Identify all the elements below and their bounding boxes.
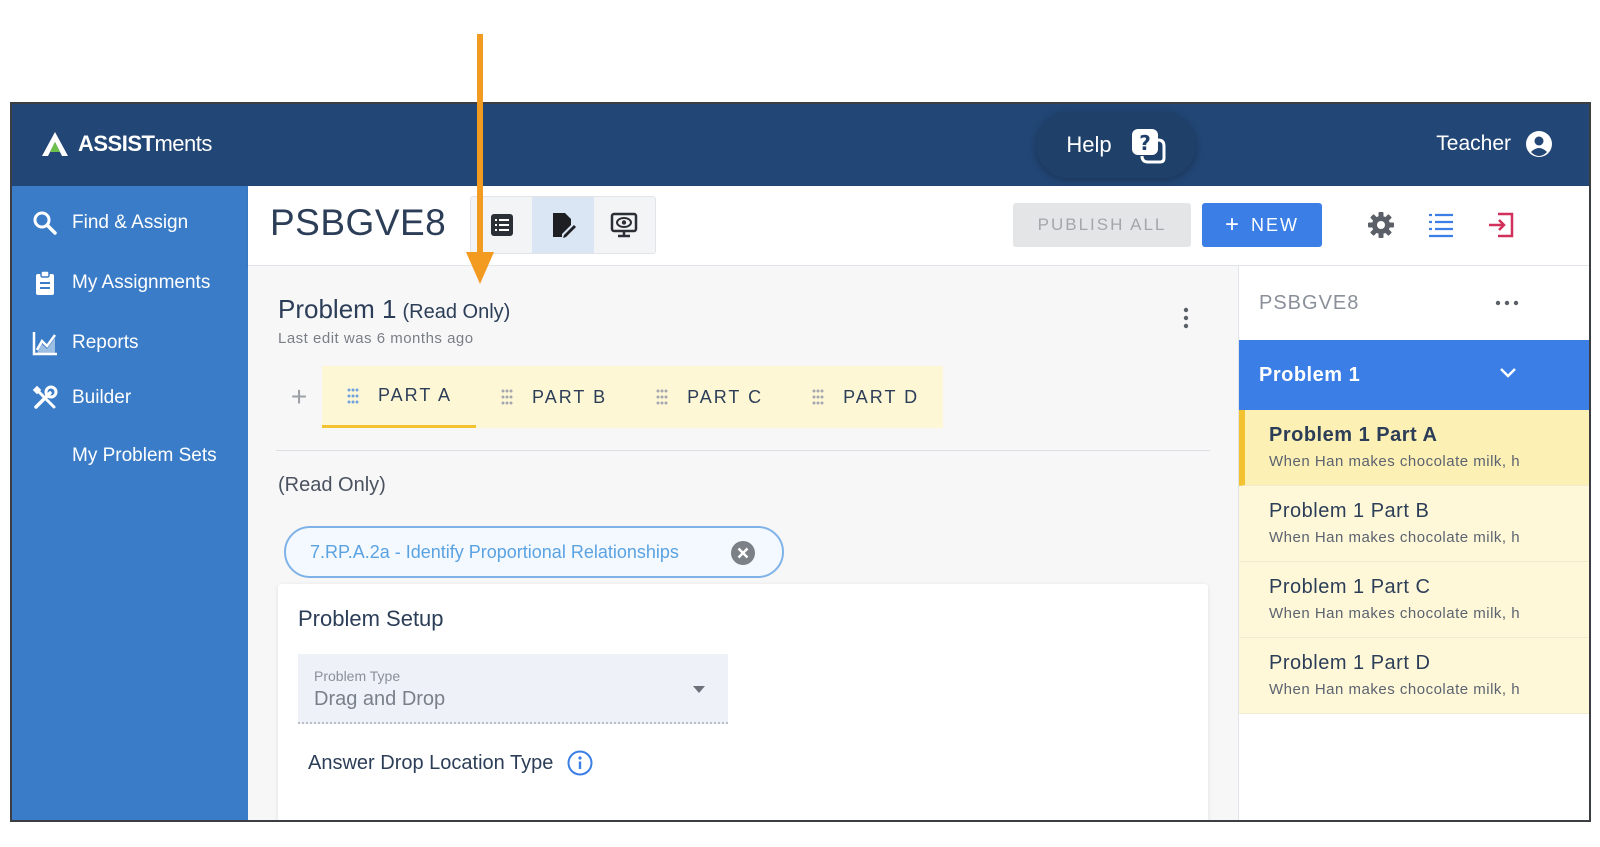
- dropdown-caret-icon: [693, 686, 705, 693]
- problem-setup-card: Problem Setup Problem Type Drag and Drop…: [278, 584, 1208, 820]
- plus-icon: +: [290, 381, 308, 412]
- assistments-logo-icon: [42, 132, 68, 156]
- problem-type-select[interactable]: Problem Type Drag and Drop: [298, 654, 728, 724]
- assistments-logo[interactable]: ASSISTments: [40, 130, 212, 158]
- panel-part-title: Problem 1 Part A: [1269, 424, 1438, 446]
- panel-part-description: When Han makes chocolate milk, h: [1269, 605, 1521, 622]
- drag-handle-icon[interactable]: [500, 388, 514, 406]
- panel-part-title: Problem 1 Part C: [1269, 576, 1431, 598]
- plus-icon: +: [1224, 211, 1239, 238]
- preview-view-icon: [611, 212, 638, 238]
- empty-icon-slot: [32, 443, 58, 469]
- top-bar: ASSISTments Help ? Teacher: [12, 104, 1589, 186]
- panel-part-item[interactable]: Problem 1 Part D When Han makes chocolat…: [1239, 638, 1589, 714]
- sidebar-item-my-problem-sets[interactable]: My Problem Sets: [32, 443, 217, 469]
- sidebar-item-label: My Assignments: [72, 272, 211, 293]
- problem-type-label: Problem Type: [314, 668, 401, 684]
- part-tab-label: PART B: [532, 386, 608, 407]
- sidebar: Find & Assign My Assignments Reports Bui…: [12, 186, 248, 820]
- add-part-button[interactable]: +: [276, 366, 322, 428]
- tab-part-d[interactable]: PART D: [787, 366, 944, 428]
- gear-icon[interactable]: [1366, 210, 1396, 240]
- sidebar-item-label: My Problem Sets: [72, 445, 217, 466]
- panel-part-item[interactable]: Problem 1 Part C When Han makes chocolat…: [1239, 562, 1589, 638]
- problem-outline-panel: PSBGVE8 Problem 1 Problem 1 Part A When …: [1238, 266, 1589, 820]
- help-chat-icon: ?: [1131, 129, 1166, 164]
- problem-type-value: Drag and Drop: [314, 688, 446, 710]
- annotation-arrow: [466, 34, 494, 284]
- help-button[interactable]: Help ?: [1036, 112, 1196, 178]
- standard-chip[interactable]: 7.RP.A.2a - Identify Proportional Relati…: [284, 526, 784, 578]
- drag-handle-icon[interactable]: [655, 388, 669, 406]
- read-only-label: (Read Only): [278, 474, 386, 496]
- answer-drop-location-type: Answer Drop Location Type: [308, 750, 593, 776]
- edit-view-button[interactable]: [532, 197, 594, 253]
- chevron-down-icon: [1500, 368, 1516, 378]
- preview-view-button[interactable]: [593, 197, 655, 253]
- user-avatar-icon: [1526, 131, 1552, 157]
- more-horizontal-icon[interactable]: [1495, 298, 1519, 308]
- brand-name-bold: ASSIST: [78, 131, 155, 156]
- problem-name: Problem 1: [278, 294, 397, 324]
- standard-chip-label: 7.RP.A.2a - Identify Proportional Relati…: [310, 541, 679, 562]
- problem-set-header: PSBGVE8 PUBLISH ALL + NEW: [248, 186, 1589, 266]
- list-icon[interactable]: [1426, 210, 1456, 240]
- problem-set-title: PSBGVE8: [270, 202, 447, 243]
- app-window: ASSISTments Help ? Teacher Find & Assign: [10, 102, 1591, 822]
- sidebar-item-find-assign[interactable]: Find & Assign: [32, 210, 188, 236]
- info-icon[interactable]: [567, 750, 593, 776]
- exit-icon[interactable]: [1486, 210, 1516, 240]
- drag-handle-icon[interactable]: [811, 388, 825, 406]
- sidebar-item-my-assignments[interactable]: My Assignments: [32, 270, 210, 296]
- tab-part-a[interactable]: PART A: [322, 366, 477, 428]
- problem-editor: Problem 1 (Read Only) Last edit was 6 mon…: [248, 266, 1238, 820]
- svg-text:?: ?: [1139, 131, 1151, 155]
- user-role-label: Teacher: [1436, 132, 1511, 155]
- new-button-label: NEW: [1251, 214, 1299, 235]
- last-edit-text: Last edit was 6 months ago: [278, 330, 474, 347]
- chart-icon: [32, 332, 57, 356]
- problem-setup-title: Problem Setup: [298, 606, 444, 631]
- sidebar-item-builder[interactable]: Builder: [32, 385, 131, 411]
- remove-standard-icon[interactable]: [730, 540, 756, 566]
- sidebar-item-label: Find & Assign: [72, 212, 189, 233]
- sidebar-item-reports[interactable]: Reports: [32, 330, 139, 356]
- part-tab-label: PART C: [687, 386, 764, 407]
- panel-problem-label: Problem 1: [1259, 363, 1361, 386]
- clipboard-icon: [36, 270, 54, 295]
- problem-read-only-suffix: (Read Only): [402, 301, 511, 323]
- brand-name-light: ments: [154, 131, 212, 156]
- part-tab-label: PART D: [843, 386, 920, 407]
- tab-part-b[interactable]: PART B: [476, 366, 632, 428]
- user-menu[interactable]: Teacher: [1436, 130, 1553, 158]
- edit-view-icon: [552, 213, 576, 238]
- sidebar-item-label: Builder: [72, 387, 132, 408]
- help-label: Help: [1066, 132, 1112, 157]
- panel-part-item[interactable]: Problem 1 Part B When Han makes chocolat…: [1239, 486, 1589, 562]
- sidebar-item-label: Reports: [72, 332, 139, 353]
- new-button[interactable]: + NEW: [1202, 203, 1322, 247]
- panel-problem-header[interactable]: Problem 1: [1239, 340, 1589, 410]
- panel-part-title: Problem 1 Part B: [1269, 500, 1430, 522]
- answer-drop-location-label: Answer Drop Location Type: [308, 751, 554, 774]
- publish-all-button[interactable]: PUBLISH ALL: [1013, 203, 1191, 247]
- tab-part-c[interactable]: PART C: [631, 366, 788, 428]
- part-tabs: + PART A PART B PART C PART D: [276, 366, 944, 428]
- tools-icon: [32, 385, 58, 409]
- more-options-icon[interactable]: [1178, 306, 1194, 330]
- panel-part-description: When Han makes chocolate milk, h: [1269, 681, 1521, 698]
- panel-part-title: Problem 1 Part D: [1269, 652, 1431, 674]
- panel-part-item[interactable]: Problem 1 Part A When Han makes chocolat…: [1239, 410, 1589, 486]
- part-tab-label: PART A: [378, 385, 453, 405]
- panel-problem-set-code: PSBGVE8: [1259, 292, 1360, 314]
- divider: [276, 450, 1210, 451]
- search-icon: [33, 211, 57, 235]
- panel-part-description: When Han makes chocolate milk, h: [1269, 453, 1521, 470]
- problem-title: Problem 1 (Read Only): [278, 294, 510, 325]
- panel-part-description: When Han makes chocolate milk, h: [1269, 529, 1521, 546]
- drag-handle-icon[interactable]: [346, 387, 360, 405]
